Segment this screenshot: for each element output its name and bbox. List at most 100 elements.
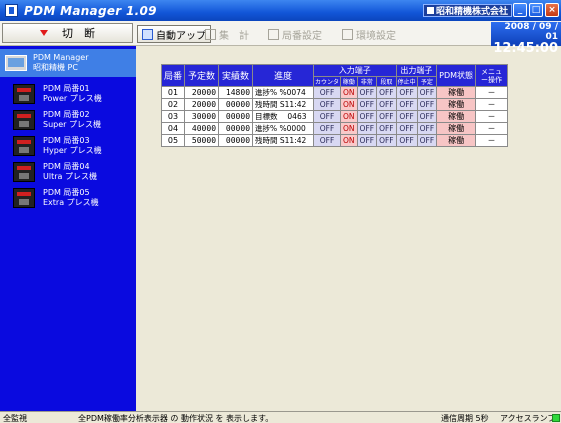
sidebar-item-line1: PDM 局番01 — [43, 83, 90, 93]
sidebar-item-line2: Extra プレス機 — [43, 197, 99, 207]
cell-menu[interactable]: － — [475, 110, 509, 123]
cell-io-emergency: OFF — [356, 98, 378, 111]
table-row[interactable]: 04 40000 00000 進捗% %0000 OFF ON OFF OFF … — [160, 122, 509, 135]
summary-button[interactable]: 集 計 — [201, 25, 253, 43]
clock: 2008 / 09 / 01 12:45:00 — [491, 22, 561, 56]
cell-station-no: 04 — [160, 122, 186, 135]
cell-io-counter: OFF — [313, 134, 342, 147]
cell-io-emergency: OFF — [356, 134, 378, 147]
sidebar-item-line2: Hyper プレス機 — [43, 145, 102, 155]
cell-menu[interactable]: － — [475, 86, 509, 99]
settings-icon — [268, 28, 279, 40]
table-row[interactable]: 01 20000 14800 進捗% %0074 OFF ON OFF OFF … — [160, 86, 509, 99]
sidebar-item-label: PDM 局番01 Power プレス機 — [43, 84, 102, 104]
sidebar-item-line2: Power プレス機 — [43, 93, 102, 103]
cell-station-no: 03 — [160, 110, 186, 123]
press-machine-icon — [13, 83, 35, 104]
environment-icon — [342, 28, 353, 40]
sidebar-item-station-02[interactable]: PDM 局番02 Super プレス機 — [0, 107, 136, 132]
header-menu-operation: メニュー操作 — [475, 64, 509, 87]
subheader-stopped: 停止中 — [395, 76, 418, 87]
cell-io-stopped: OFF — [395, 86, 418, 99]
cell-io-scheduled: OFF — [416, 110, 438, 123]
cell-io-counter: OFF — [313, 86, 342, 99]
subheader-scheduled: 予定 — [416, 76, 438, 87]
cell-progress: 進捗% %0074 — [252, 86, 315, 99]
cell-io-setup: OFF — [376, 134, 397, 147]
sidebar-item-station-01[interactable]: PDM 局番01 Power プレス機 — [0, 81, 136, 106]
cell-io-scheduled: OFF — [416, 122, 438, 135]
header-pdm-status: PDM状態 — [436, 64, 477, 87]
sidebar-item-station-03[interactable]: PDM 局番03 Hyper プレス機 — [0, 133, 136, 158]
cell-io-counter: OFF — [313, 110, 342, 123]
header-output-terminals: 出力端子 — [395, 64, 438, 77]
cell-actual: 14800 — [218, 86, 254, 99]
maximize-icon[interactable]: □ — [529, 3, 543, 17]
environment-settings-button[interactable]: 環境設定 — [338, 25, 400, 43]
cell-station-no: 01 — [160, 86, 186, 99]
company-label: 昭和精機株式会社 — [423, 4, 513, 17]
station-status-table: 局番 予定数 実績数 進度 入力端子 出力端子 PDM状態 メニュー操作 カウン… — [160, 64, 509, 147]
cell-station-no: 02 — [160, 98, 186, 111]
cell-io-running: ON — [340, 98, 358, 111]
document-icon — [142, 28, 153, 40]
cell-menu[interactable]: － — [475, 98, 509, 111]
sidebar-item-label: PDM 局番02 Super プレス機 — [43, 110, 101, 130]
cell-io-setup: OFF — [376, 122, 397, 135]
cell-io-setup: OFF — [376, 86, 397, 99]
cell-planned: 40000 — [184, 122, 220, 135]
triangle-down-icon — [40, 30, 48, 36]
subheader-running: 稼働 — [340, 76, 358, 87]
station-settings-button[interactable]: 局番設定 — [264, 25, 326, 43]
sidebar-item-line1: PDM 局番05 — [43, 187, 90, 197]
clock-time: 12:45:00 — [493, 41, 558, 56]
press-machine-icon — [13, 161, 35, 182]
cell-io-counter: OFF — [313, 122, 342, 135]
company-name: 昭和精機株式会社 — [436, 7, 509, 17]
sidebar-item-label: PDM Manager 昭和精機 PC — [33, 53, 89, 73]
press-machine-icon — [13, 109, 35, 130]
header-planned: 予定数 — [184, 64, 220, 87]
sidebar-item-label: PDM 局番05 Extra プレス機 — [43, 188, 99, 208]
cell-menu[interactable]: － — [475, 134, 509, 147]
sidebar-item-station-05[interactable]: PDM 局番05 Extra プレス機 — [0, 185, 136, 210]
summary-label: 集 計 — [219, 30, 249, 42]
subheader-emergency: 非常 — [356, 76, 378, 87]
cell-pdm-status: 稼働 — [436, 122, 477, 135]
cell-progress: 残時間 S11:42 — [252, 134, 315, 147]
cell-actual: 00000 — [218, 134, 254, 147]
sidebar-item-station-04[interactable]: PDM 局番04 Ultra プレス機 — [0, 159, 136, 184]
cell-planned: 20000 — [184, 86, 220, 99]
sidebar-item-label: PDM 局番04 Ultra プレス機 — [43, 162, 97, 182]
cell-io-stopped: OFF — [395, 134, 418, 147]
cell-io-stopped: OFF — [395, 98, 418, 111]
auto-update-label: 自動アップ — [156, 30, 206, 42]
close-icon[interactable]: × — [545, 3, 559, 17]
disconnect-label: 切 断 — [62, 27, 95, 40]
cell-menu[interactable]: － — [475, 122, 509, 135]
header-actual: 実績数 — [218, 64, 254, 87]
status-message: 全PDM稼働率分析表示器 の 動作状況 を 表示します。 — [78, 414, 274, 423]
minimize-icon[interactable]: _ — [513, 3, 527, 17]
cell-pdm-status: 稼働 — [436, 86, 477, 99]
subheader-setup: 段取 — [376, 76, 397, 87]
company-logo-icon — [427, 7, 434, 14]
auto-update-button[interactable]: 自動アップ — [137, 25, 211, 43]
table-row[interactable]: 02 20000 00000 残時間 S11:42 OFF ON OFF OFF… — [160, 98, 509, 111]
table-row[interactable]: 05 50000 00000 残時間 S11:42 OFF ON OFF OFF… — [160, 134, 509, 147]
station-settings-label: 局番設定 — [282, 30, 322, 42]
disconnect-button[interactable]: 切 断 — [2, 23, 133, 43]
cell-io-setup: OFF — [376, 110, 397, 123]
pc-icon — [5, 55, 27, 71]
app-icon — [5, 4, 18, 17]
status-mode: 全監視 — [3, 414, 27, 423]
cell-planned: 50000 — [184, 134, 220, 147]
title-bar: PDM Manager 1.09 昭和精機株式会社 _ □ × — [0, 0, 561, 21]
status-bar: 全監視 全PDM稼働率分析表示器 の 動作状況 を 表示します。 通信周期 5秒… — [0, 411, 561, 423]
sidebar-item-pc[interactable]: PDM Manager 昭和精機 PC — [0, 49, 136, 77]
table-row[interactable]: 03 30000 00000 目標数 0463 OFF ON OFF OFF O… — [160, 110, 509, 123]
environment-settings-label: 環境設定 — [356, 30, 396, 42]
header-progress: 進度 — [252, 64, 315, 87]
clock-date: 2008 / 09 / 01 — [504, 22, 558, 42]
cell-io-running: ON — [340, 134, 358, 147]
